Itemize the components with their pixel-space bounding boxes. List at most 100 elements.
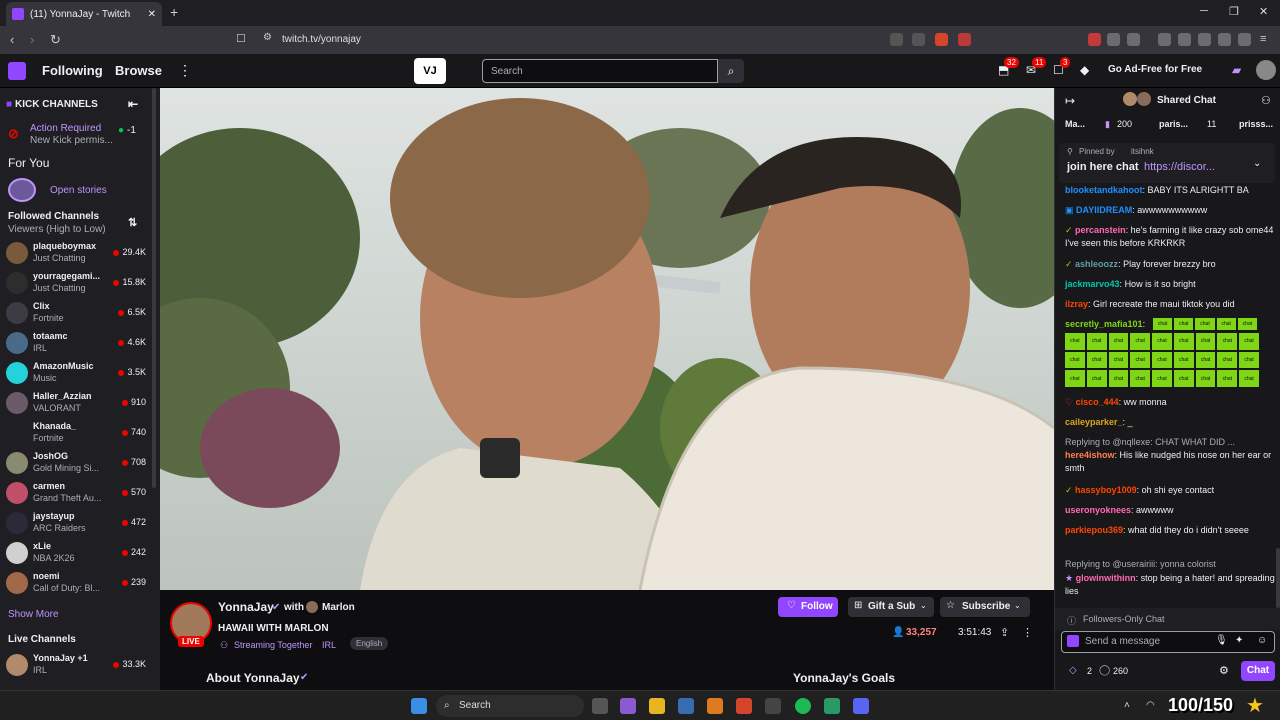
sidebar-channel-item[interactable]: plaqueboymax Just Chatting 29.4K — [6, 240, 146, 268]
badge-icon[interactable] — [1067, 635, 1079, 647]
channel-game: Grand Theft Au... — [33, 493, 102, 503]
sidebar-channel-item[interactable]: totaamc IRL 4.6K — [6, 330, 146, 358]
pin-icon: ⚲ — [1067, 147, 1073, 156]
channel-game: NBA 2K26 — [33, 553, 75, 563]
window-close-icon[interactable]: ✕ — [1259, 5, 1268, 18]
settings-gear-icon[interactable]: ⚙ — [1219, 664, 1229, 677]
twitch-logo-icon[interactable] — [8, 62, 26, 80]
app-icon[interactable] — [707, 698, 723, 714]
store-icon[interactable] — [678, 698, 694, 714]
collapse-chat-icon[interactable]: ↦ — [1065, 94, 1075, 108]
channel-avatar — [6, 512, 28, 534]
app-icon[interactable] — [824, 698, 840, 714]
user-avatar[interactable] — [1256, 60, 1276, 80]
chat-send-button[interactable]: Chat — [1241, 661, 1275, 681]
more-menu-icon[interactable]: ⋮ — [178, 62, 192, 79]
maximize-icon[interactable]: ❐ — [1229, 5, 1239, 18]
sidebar-channel-item[interactable]: Haller_Azzian VALORANT 910 — [6, 390, 146, 418]
bits-icon[interactable]: ◆ — [1080, 63, 1089, 77]
sidebar-channel-item[interactable]: carmen Grand Theft Au... 570 — [6, 480, 146, 508]
brave-shield-icon[interactable] — [935, 33, 948, 46]
search-icon[interactable]: ⌕ — [718, 59, 744, 83]
emote-icon[interactable]: ☺ — [1257, 635, 1267, 646]
following-link[interactable]: Following — [42, 63, 103, 78]
video-player[interactable] — [160, 88, 1054, 590]
discord-icon[interactable] — [853, 698, 869, 714]
channel-game: Music — [33, 373, 57, 383]
sidebar-channel-item[interactable]: Khanada_ Fortnite 740 — [6, 420, 146, 448]
stream-title: HAWAII WITH MARLON — [218, 623, 329, 634]
streamer-name[interactable]: YonnaJay — [218, 600, 274, 614]
streaming-together-link[interactable]: Streaming Together — [234, 640, 312, 650]
tray-chevron-icon[interactable]: ˄ — [1124, 700, 1130, 711]
search-input[interactable]: Search — [482, 59, 718, 83]
category-link[interactable]: IRL — [322, 640, 336, 650]
new-tab-button[interactable]: + — [170, 4, 178, 20]
channel-points-icon[interactable]: ◯ — [1099, 665, 1110, 676]
viewer-count: 4.6K — [118, 337, 146, 347]
site-info-icon[interactable]: ⚙ — [263, 32, 272, 43]
sort-icon[interactable]: ⇅ — [128, 216, 137, 229]
bookmark-icon[interactable]: ☐ — [236, 32, 246, 45]
reply-context[interactable]: Replying to @userairiii: yonna colorist — [1065, 558, 1275, 571]
app-icon[interactable] — [765, 698, 781, 714]
more-options-icon[interactable]: ⋮ — [1022, 626, 1033, 639]
browse-link[interactable]: Browse — [115, 63, 162, 78]
microphone-icon[interactable]: 🎙 — [1215, 635, 1228, 646]
chat-scrollbar[interactable] — [1276, 548, 1280, 608]
spotify-icon[interactable] — [795, 698, 811, 714]
sidebar-channel-item[interactable]: noemi Call of Duty: Bl... 239 — [6, 570, 146, 598]
brave-icon[interactable] — [736, 698, 752, 714]
minimize-icon[interactable]: ─ — [1200, 5, 1208, 17]
vpn-icon[interactable] — [1238, 33, 1251, 46]
effects-icon[interactable]: ✦ — [1235, 635, 1243, 646]
chat-emote: chat — [1195, 370, 1216, 387]
extension-icon[interactable] — [1107, 33, 1120, 46]
media-icon[interactable] — [1158, 33, 1171, 46]
sidebar-channel-item[interactable]: AmazonMusic Music 3.5K — [6, 360, 146, 388]
extension-icon[interactable] — [1088, 33, 1101, 46]
reply-context[interactable]: Replying to @nqllexe: CHAT WHAT DID ... — [1065, 436, 1275, 449]
users-icon[interactable]: ⚇ — [1261, 94, 1271, 107]
browser-tab[interactable]: (11) YonnaJay - Twitch ✕ — [6, 2, 162, 26]
wifi-icon[interactable]: ◠ — [1146, 700, 1155, 711]
share-icon[interactable] — [912, 33, 925, 46]
reload-icon[interactable]: ↻ — [50, 32, 61, 48]
leo-icon[interactable] — [1218, 33, 1231, 46]
ad-free-button[interactable]: Go Ad-Free for Free — [1108, 64, 1202, 75]
open-stories-link[interactable]: Open stories — [50, 185, 107, 196]
windows-start-icon[interactable] — [411, 698, 427, 714]
brave-rewards-icon[interactable] — [958, 33, 971, 46]
language-tag[interactable]: English — [350, 637, 389, 650]
extension-logo[interactable]: VJ — [414, 58, 446, 84]
forward-icon[interactable]: › — [30, 32, 34, 47]
mute-icon[interactable] — [890, 33, 903, 46]
chat-header: Shared Chat — [1157, 95, 1216, 106]
sidebar-channel-item[interactable]: yourragegami... Just Chatting 15.8K — [6, 270, 146, 298]
file-explorer-icon[interactable] — [649, 698, 665, 714]
collapse-sidebar-icon[interactable]: ⇤ — [128, 97, 138, 111]
stories-avatar[interactable] — [8, 178, 36, 202]
sidebar-channel-item[interactable]: Clix Fortnite 6.5K — [6, 300, 146, 328]
action-required-link[interactable]: Action Required — [30, 123, 101, 134]
wallet-icon[interactable] — [1198, 33, 1211, 46]
partner-name[interactable]: Marlon — [322, 602, 355, 613]
sidebar-channel-item[interactable]: xLie NBA 2K26 242 — [6, 540, 146, 568]
sidebar-channel-item[interactable]: jaystayup ARC Raiders 472 — [6, 510, 146, 538]
sidebar-scrollbar[interactable] — [152, 88, 156, 488]
chevron-down-icon[interactable]: ⌄ — [1253, 158, 1261, 169]
close-tab-icon[interactable]: ✕ — [148, 9, 156, 20]
sidebar-icon[interactable] — [1178, 33, 1191, 46]
url-field[interactable]: twitch.tv/yonnajay — [282, 34, 361, 45]
sidebar-channel-item[interactable]: JoshOG Gold Mining Si... 708 — [6, 450, 146, 478]
task-view-icon[interactable] — [592, 698, 608, 714]
menu-icon[interactable]: ≡ — [1260, 33, 1273, 46]
extension-icon[interactable] — [1127, 33, 1140, 46]
turbo-icon[interactable]: ▰ — [1232, 63, 1241, 77]
live-channel-item[interactable]: YonnaJay +1 IRL 33.3K — [6, 652, 146, 680]
share-icon[interactable]: ⇪ — [1000, 626, 1009, 639]
pinned-link[interactable]: https://discor... — [1144, 161, 1215, 173]
show-more-link[interactable]: Show More — [8, 609, 59, 620]
back-icon[interactable]: ‹ — [10, 32, 14, 47]
copilot-icon[interactable] — [620, 698, 636, 714]
